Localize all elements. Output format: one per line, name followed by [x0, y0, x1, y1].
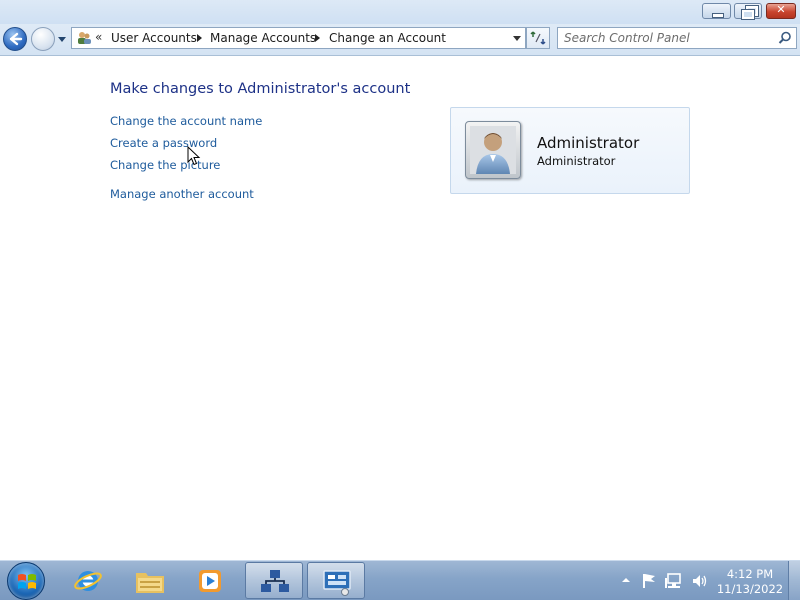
account-name: Administrator — [537, 134, 640, 152]
search-icon[interactable] — [778, 31, 792, 45]
control-panel-icon — [323, 570, 351, 596]
clock-date: 11/13/2022 — [716, 582, 784, 596]
back-button[interactable] — [3, 27, 27, 51]
system-clock[interactable]: 4:12 PM 11/13/2022 — [714, 567, 786, 597]
account-type: Administrator — [537, 154, 616, 168]
address-dropdown-icon[interactable] — [513, 36, 521, 41]
main-content: Make changes to Administrator's account … — [0, 57, 800, 560]
refresh-button[interactable] — [526, 27, 550, 49]
avatar — [465, 121, 521, 179]
breadcrumb-separator[interactable] — [197, 34, 202, 42]
title-bar — [0, 0, 800, 24]
windows-explorer-icon — [136, 573, 164, 593]
notification-area — [622, 573, 707, 588]
breadcrumb-change-an-account[interactable]: Change an Account — [329, 31, 446, 45]
close-button[interactable] — [766, 3, 796, 19]
page-title: Make changes to Administrator's account — [110, 81, 411, 97]
taskbar-control-panel[interactable] — [307, 562, 365, 599]
taskbar: 4:12 PM 11/13/2022 — [0, 560, 800, 600]
media-player-icon — [199, 570, 221, 592]
network-status-icon[interactable] — [665, 573, 681, 588]
address-bar[interactable]: « User Accounts Manage Accounts Change a… — [71, 27, 526, 49]
forward-button[interactable] — [31, 27, 55, 51]
start-orb-icon — [18, 574, 36, 589]
volume-icon[interactable] — [693, 575, 707, 587]
action-center-flag-icon[interactable] — [643, 574, 655, 588]
search-box[interactable] — [557, 27, 797, 49]
clock-time: 4:12 PM — [726, 567, 774, 581]
taskbar-internet-explorer[interactable] — [60, 562, 118, 599]
recent-pages-dropdown-icon[interactable] — [57, 34, 67, 44]
change-account-name-link[interactable]: Change the account name — [110, 114, 262, 128]
network-icon — [261, 570, 289, 592]
change-picture-link[interactable]: Change the picture — [110, 158, 220, 172]
user-accounts-icon — [78, 32, 91, 44]
show-hidden-icons-icon[interactable] — [622, 578, 630, 582]
taskbar-media-player[interactable] — [182, 562, 240, 599]
taskbar-windows-explorer[interactable] — [121, 562, 179, 599]
breadcrumb-user-accounts[interactable]: User Accounts — [111, 31, 197, 45]
create-password-link[interactable]: Create a password — [110, 136, 217, 150]
start-button[interactable] — [7, 562, 45, 600]
breadcrumb-overflow[interactable]: « — [95, 30, 102, 44]
breadcrumb-manage-accounts[interactable]: Manage Accounts — [210, 31, 316, 45]
search-input[interactable] — [564, 29, 769, 47]
show-desktop-button[interactable] — [788, 561, 800, 600]
breadcrumb-separator[interactable] — [315, 34, 320, 42]
account-card: Administrator Administrator — [450, 107, 690, 194]
mouse-cursor-icon — [187, 146, 201, 166]
minimize-button[interactable] — [702, 3, 731, 19]
back-arrow-icon — [9, 32, 23, 46]
refresh-icon — [530, 31, 546, 45]
internet-explorer-icon — [74, 571, 102, 591]
taskbar-network[interactable] — [245, 562, 303, 599]
restore-button[interactable] — [734, 3, 762, 20]
user-avatar-icon — [470, 126, 516, 174]
manage-another-account-link[interactable]: Manage another account — [110, 187, 254, 201]
